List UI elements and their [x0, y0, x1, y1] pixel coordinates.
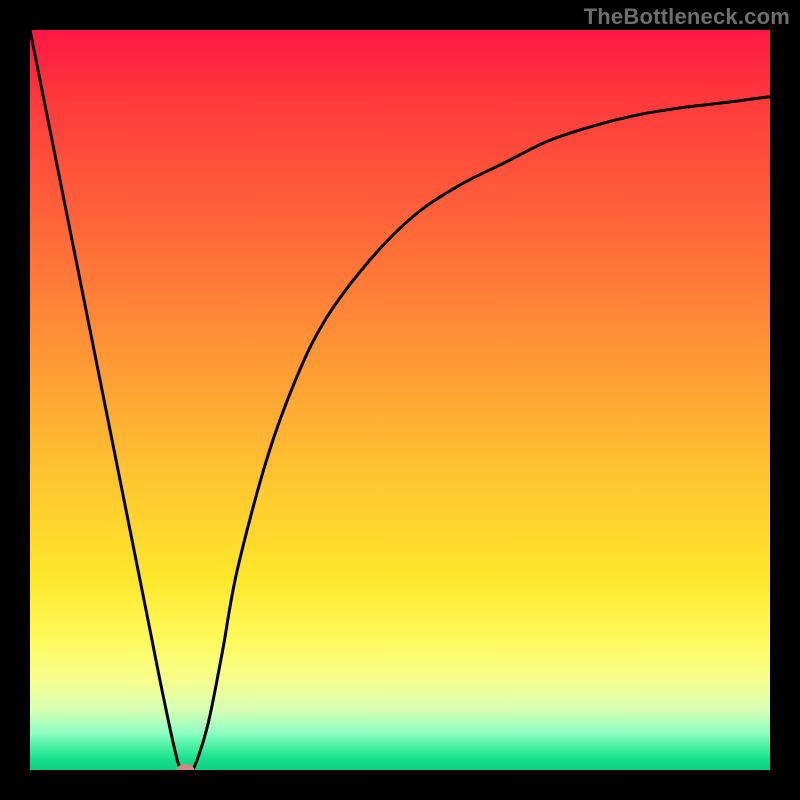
curve-svg: [30, 30, 770, 770]
bottleneck-curve: [30, 30, 770, 770]
minimum-marker: [176, 764, 194, 770]
watermark-text: TheBottleneck.com: [584, 4, 790, 30]
chart-frame: TheBottleneck.com: [0, 0, 800, 800]
plot-area: [30, 30, 770, 770]
